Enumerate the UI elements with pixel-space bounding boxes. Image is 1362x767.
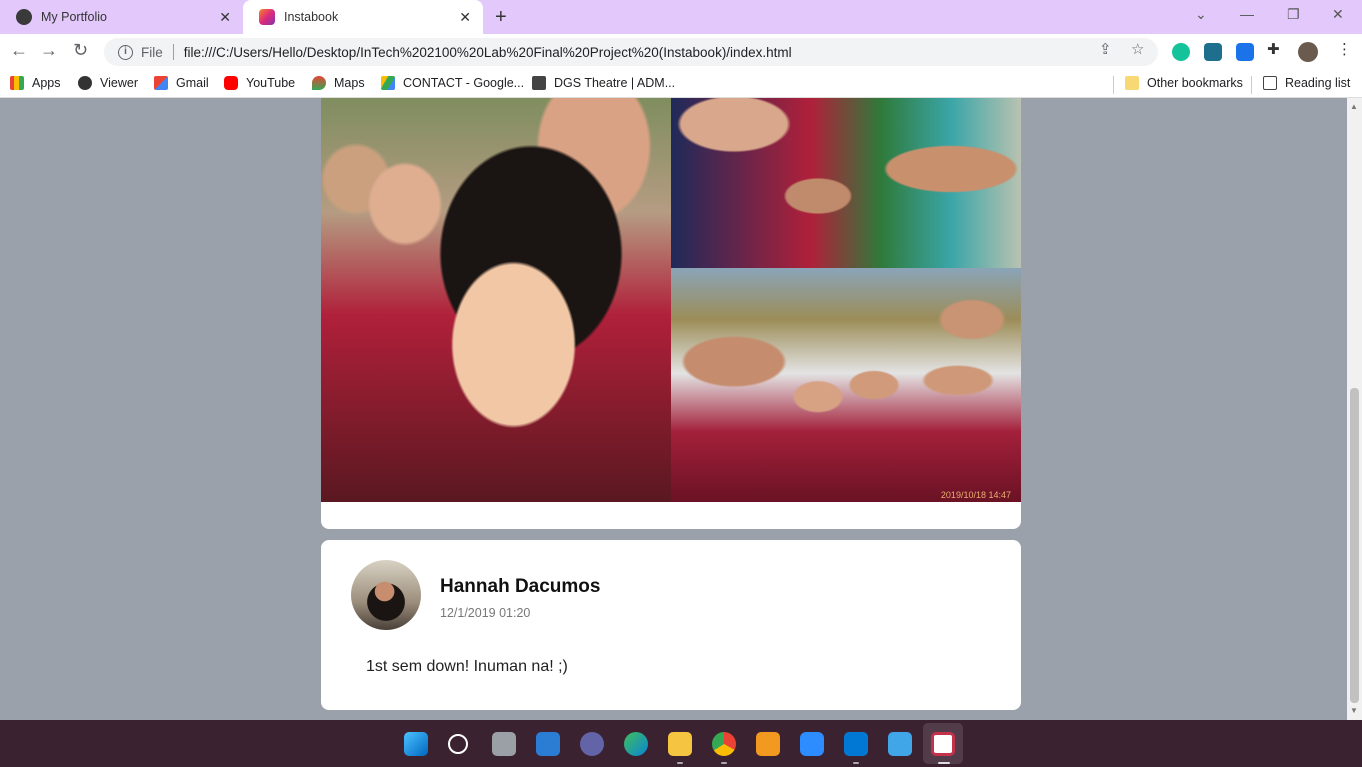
bookmark-label: Maps <box>334 76 365 90</box>
reload-button[interactable]: ↻ <box>73 40 88 61</box>
bookmark-label: DGS Theatre | ADM... <box>554 76 676 90</box>
vscode-icon[interactable] <box>844 732 868 756</box>
youtube-icon <box>224 76 238 90</box>
bookmark-apps[interactable]: Apps <box>10 76 61 90</box>
running-indicator <box>938 762 950 764</box>
tab-instabook[interactable]: Instabook ✕ <box>243 0 483 34</box>
running-indicator <box>853 762 859 764</box>
page-scrollbar[interactable]: ▲ ▼ <box>1347 98 1362 720</box>
scroll-up-icon[interactable]: ▲ <box>1350 102 1358 111</box>
scheme-label: File <box>141 44 163 60</box>
other-bookmarks-label: Other bookmarks <box>1147 76 1243 90</box>
divider <box>1113 76 1114 94</box>
screen-capture-icon[interactable] <box>1236 43 1254 61</box>
reader-extension-icon[interactable] <box>1204 43 1222 61</box>
bookmark-youtube[interactable]: YouTube <box>224 76 295 90</box>
bookmark-maps[interactable]: Maps <box>312 76 365 90</box>
menu-icon[interactable]: ⋮ <box>1337 40 1352 58</box>
chrome-icon[interactable] <box>712 732 736 756</box>
reading-list[interactable]: Reading list <box>1263 76 1350 90</box>
profile-avatar[interactable] <box>1298 42 1318 62</box>
running-indicator <box>677 762 683 764</box>
info-icon[interactable]: i <box>118 44 133 60</box>
post-photo[interactable] <box>671 98 1021 268</box>
chevron-down-icon[interactable]: ⌄ <box>1195 6 1207 23</box>
post-photo[interactable]: 2019/10/18 14:47 <box>671 268 1021 502</box>
bookmark-gmail[interactable]: Gmail <box>154 76 209 90</box>
post-photo[interactable] <box>321 98 671 502</box>
start-icon[interactable] <box>404 732 428 756</box>
close-window-button[interactable]: ✕ <box>1332 6 1344 23</box>
taskbar <box>0 720 1362 767</box>
photo-timestamp: 2019/10/18 14:47 <box>940 490 1011 500</box>
bookmark-label: YouTube <box>246 76 296 90</box>
post-author[interactable]: Hannah Dacumos <box>440 576 600 598</box>
tab-strip: My Portfolio ✕ Instabook ✕ + ⌄ — ❐ ✕ <box>0 0 1362 34</box>
globe-icon <box>78 76 92 90</box>
post-card: 2019/10/18 14:47 <box>321 98 1021 529</box>
restore-button[interactable]: ❐ <box>1287 6 1300 23</box>
post-timestamp: 12/1/2019 01:20 <box>440 606 531 620</box>
search-icon[interactable] <box>448 734 468 754</box>
divider <box>172 44 174 60</box>
instabook-icon <box>259 9 275 25</box>
edge-icon[interactable] <box>624 732 648 756</box>
divider <box>1251 76 1252 94</box>
task-view-icon[interactable] <box>492 732 516 756</box>
snipping-tool-icon[interactable] <box>931 732 955 756</box>
close-icon[interactable]: ✕ <box>459 9 471 26</box>
close-icon[interactable]: ✕ <box>219 9 231 26</box>
bookmark-dgs-theatre[interactable]: DGS Theatre | ADM... <box>532 76 675 90</box>
apps-grid-icon <box>10 76 24 90</box>
notepad-icon[interactable] <box>888 732 912 756</box>
tab-title: My Portfolio <box>41 10 107 24</box>
extensions-icon[interactable]: ✚ <box>1267 40 1280 58</box>
scroll-down-icon[interactable]: ▼ <box>1350 706 1358 715</box>
bookmarks-bar: Apps Viewer Gmail YouTube Maps CONTACT -… <box>0 70 1362 98</box>
bookmark-label: Viewer <box>100 76 138 90</box>
maps-pin-icon <box>312 76 326 90</box>
back-button[interactable]: ← <box>10 40 28 61</box>
url-text[interactable]: file:///C:/Users/Hello/Desktop/InTech%20… <box>184 45 792 60</box>
widgets-icon[interactable] <box>536 732 560 756</box>
scrollbar-thumb[interactable] <box>1350 388 1359 703</box>
share-icon[interactable]: ⇪ <box>1099 40 1112 58</box>
file-explorer-icon[interactable] <box>668 732 692 756</box>
reading-list-icon <box>1263 76 1277 90</box>
zoom-icon[interactable] <box>800 732 824 756</box>
tab-title: Instabook <box>284 10 339 24</box>
running-indicator <box>721 762 727 764</box>
avatar[interactable] <box>351 560 421 630</box>
post-text: 1st sem down! Inuman na! ;) <box>366 658 568 675</box>
new-tab-button[interactable]: + <box>495 6 507 29</box>
star-icon[interactable]: ☆ <box>1131 40 1144 58</box>
bookmark-label: Apps <box>32 76 61 90</box>
gmail-icon <box>154 76 168 90</box>
bookmark-viewer[interactable]: Viewer <box>78 76 138 90</box>
sublime-text-icon[interactable] <box>756 732 780 756</box>
photo-grid: 2019/10/18 14:47 <box>321 98 1021 502</box>
bookmark-label: Gmail <box>176 76 209 90</box>
chat-icon[interactable] <box>580 732 604 756</box>
tab-my-portfolio[interactable]: My Portfolio ✕ <box>0 0 243 34</box>
theatre-icon <box>532 76 546 90</box>
minimize-button[interactable]: — <box>1240 6 1254 22</box>
grammarly-icon[interactable] <box>1172 43 1190 61</box>
page-viewport: 2019/10/18 14:47 Hannah Dacumos 12/1/201… <box>0 98 1347 720</box>
forward-button[interactable]: → <box>40 40 58 61</box>
globe-icon <box>16 9 32 25</box>
browser-toolbar: ← → ↻ i File file:///C:/Users/Hello/Desk… <box>0 34 1362 70</box>
other-bookmarks[interactable]: Other bookmarks <box>1125 76 1243 90</box>
google-drive-icon <box>381 76 395 90</box>
bookmark-contact[interactable]: CONTACT - Google... <box>381 76 524 90</box>
folder-icon <box>1125 76 1139 90</box>
reading-list-label: Reading list <box>1285 76 1351 90</box>
post-card: Hannah Dacumos 12/1/2019 01:20 1st sem d… <box>321 540 1021 710</box>
address-bar[interactable]: i File file:///C:/Users/Hello/Desktop/In… <box>104 38 1158 66</box>
bookmark-label: CONTACT - Google... <box>403 76 525 90</box>
